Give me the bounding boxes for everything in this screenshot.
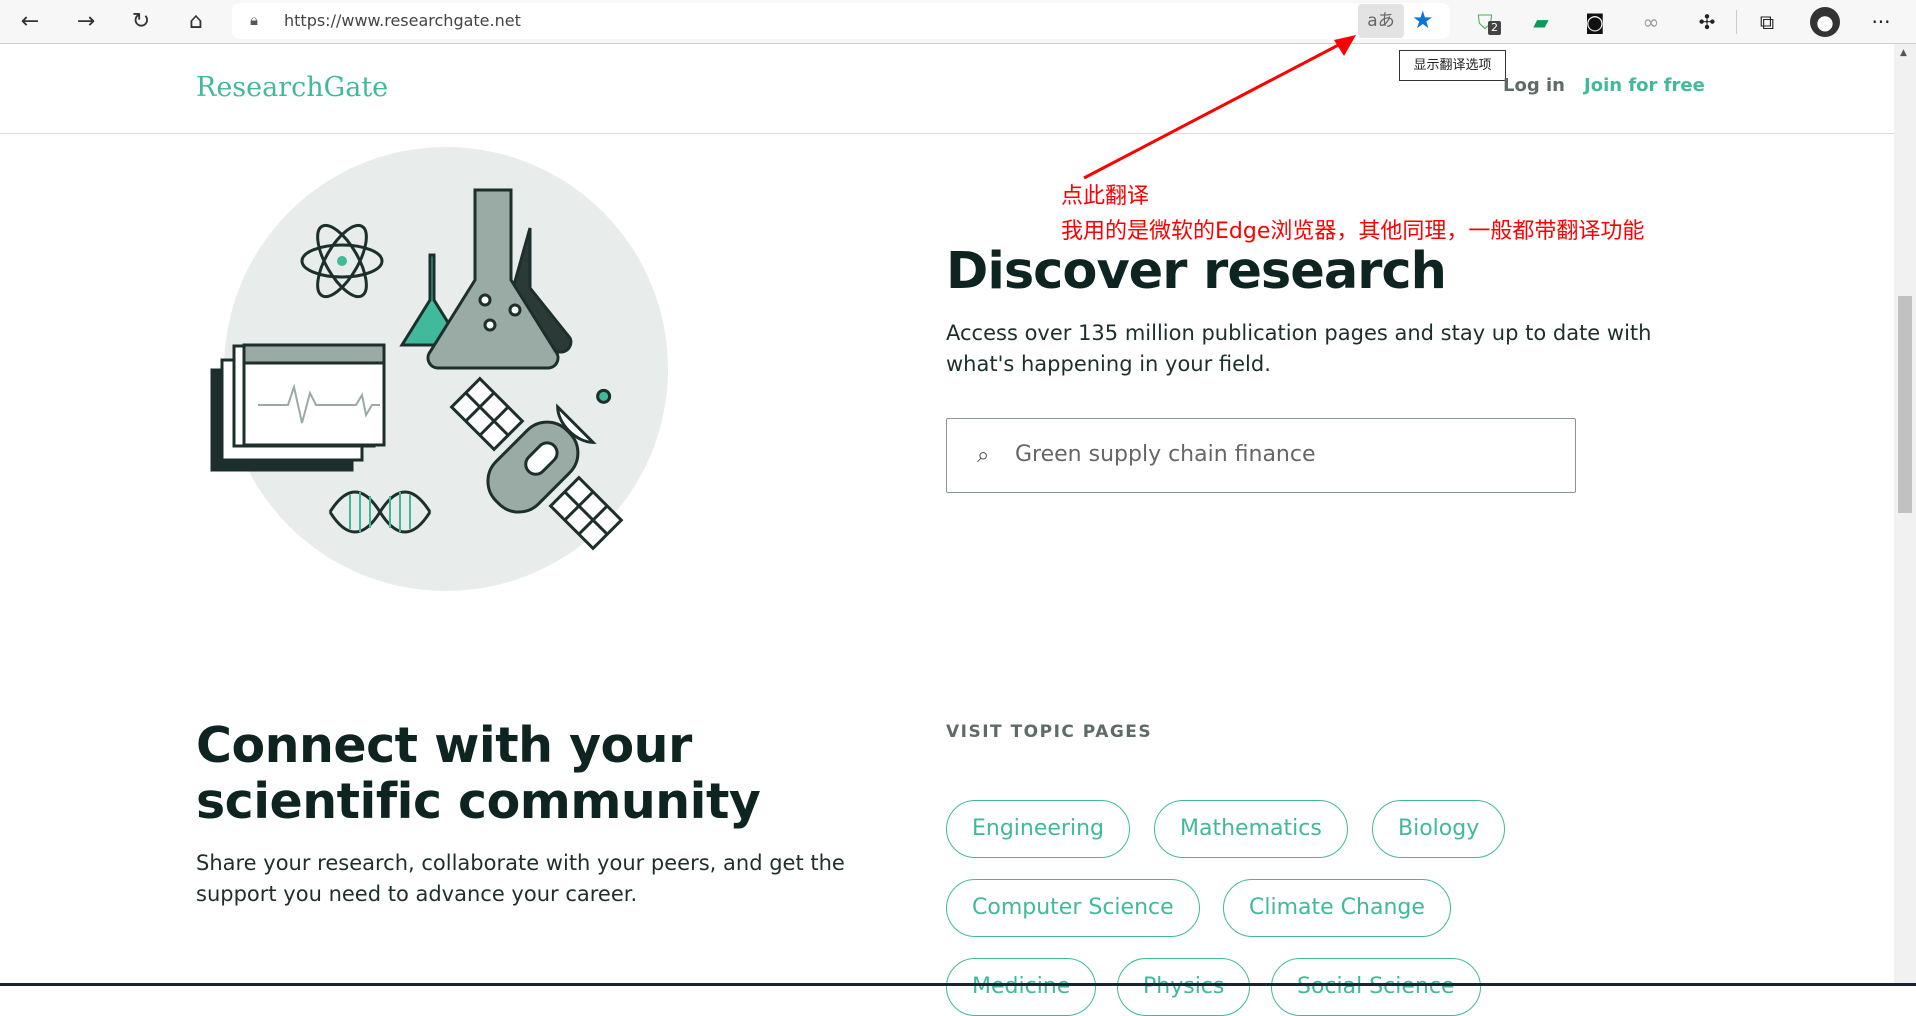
extension-badge: 2	[1488, 21, 1501, 35]
topics-heading: VISIT TOPIC PAGES	[946, 722, 1153, 742]
community-title: Connect with your scientific community	[196, 717, 761, 830]
topic-chip-mathematics[interactable]: Mathematics	[1154, 800, 1348, 858]
hero-subtitle: Access over 135 million publication page…	[946, 321, 1652, 376]
url-text[interactable]: https://www.researchgate.net	[284, 11, 521, 30]
annotation-arrow	[1083, 35, 1356, 180]
adguard-extension-icon[interactable]: ⛉ 2	[1470, 7, 1501, 37]
more-menu-icon[interactable]: ···	[1866, 7, 1896, 37]
community-text: Share your research, collaborate with yo…	[196, 851, 845, 906]
extension-eyes-icon[interactable]: ◙	[1580, 7, 1610, 37]
search-input[interactable]: ⌕ Green supply chain finance	[946, 418, 1576, 493]
back-icon[interactable]: ←	[14, 6, 46, 38]
search-placeholder: Green supply chain finance	[1015, 442, 1316, 467]
refresh-icon[interactable]: ↻	[125, 6, 157, 38]
translate-tooltip: 显示翻译选项	[1399, 50, 1506, 81]
topic-chip-computer-science[interactable]: Computer Science	[946, 879, 1200, 937]
lock-icon: 🔒︎	[250, 11, 258, 29]
annotation-line-2: 我用的是微软的Edge浏览器，其他同理，一般都带翻译功能	[1061, 219, 1645, 244]
favorite-star-icon[interactable]: ★	[1412, 6, 1434, 34]
scrollbar-thumb[interactable]	[1898, 296, 1912, 513]
header-divider	[0, 133, 1894, 134]
search-icon: ⌕	[977, 443, 990, 468]
scrollbar[interactable]: ▲	[1894, 44, 1916, 984]
profile-avatar[interactable]: ●	[1810, 7, 1840, 37]
topic-chip-engineering[interactable]: Engineering	[946, 800, 1130, 858]
login-link[interactable]: Log in	[1503, 75, 1565, 96]
join-link[interactable]: Join for free	[1584, 75, 1705, 96]
topic-chip-biology[interactable]: Biology	[1372, 800, 1506, 858]
researchgate-logo[interactable]: ResearchGate	[196, 72, 388, 103]
divider	[1736, 10, 1737, 34]
collections-icon[interactable]: ⧉	[1752, 7, 1782, 37]
forward-icon[interactable]: →	[70, 6, 102, 38]
extensions-puzzle-icon[interactable]: ✣	[1692, 7, 1722, 37]
topic-chip-medicine[interactable]: Medicine	[946, 958, 1097, 1016]
browser-windows-icon	[210, 343, 386, 472]
home-icon[interactable]: ⌂	[180, 6, 212, 38]
annotation-line-1: 点此翻译	[1061, 184, 1150, 209]
extension-link-icon[interactable]: ∞	[1636, 7, 1666, 37]
browser-toolbar: ← → ↻ ⌂ 🔒︎ https://www.researchgate.net …	[0, 0, 1916, 44]
scroll-up-icon[interactable]: ▲	[1900, 48, 1907, 58]
topic-chip-climate-change[interactable]: Climate Change	[1223, 879, 1451, 937]
topic-chip-physics[interactable]: Physics	[1117, 958, 1251, 1016]
topic-chip-social-science[interactable]: Social Science	[1271, 958, 1481, 1016]
extension-green-icon[interactable]: ▰	[1526, 7, 1556, 37]
hero-title: Discover research	[946, 242, 1447, 301]
science-illustration	[210, 147, 668, 591]
